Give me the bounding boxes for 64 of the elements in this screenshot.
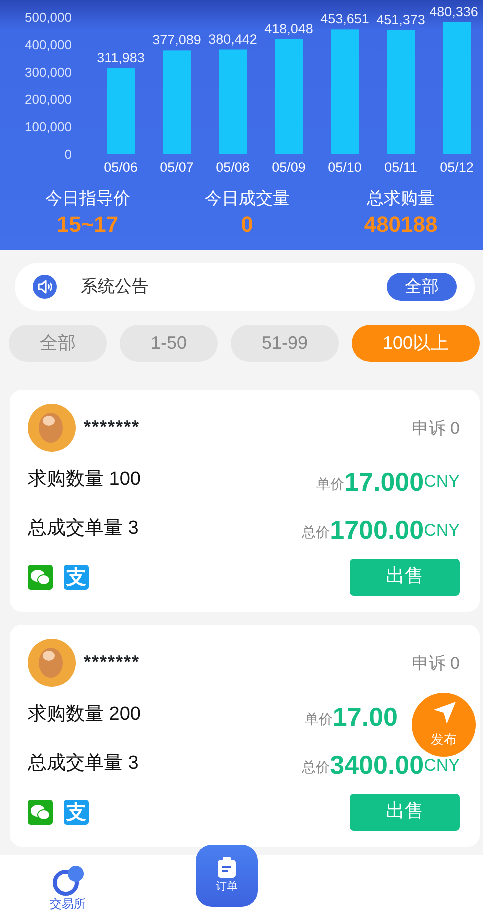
user-name: ******* xyxy=(84,416,140,439)
price-value: 17.00 xyxy=(332,704,398,730)
axis-label: 100,000 xyxy=(25,120,72,135)
notice-title: 系统公告 xyxy=(81,276,150,298)
order-label: 总成交单量 3 xyxy=(28,516,139,540)
stat-label: 今日指导价 xyxy=(44,188,132,210)
wechat-icon xyxy=(28,800,53,825)
data-label: 377,089 xyxy=(152,32,202,48)
axis-label: 05/12 xyxy=(440,160,474,175)
data-label: 311,983 xyxy=(97,50,145,66)
stat-value: 0 xyxy=(240,212,254,238)
price-label: 总价 xyxy=(302,523,330,542)
currency-label: CNY xyxy=(424,754,460,776)
price-value: 17.000 xyxy=(344,468,424,494)
price-value: 1700.00 xyxy=(330,517,424,543)
user-name: ******* xyxy=(84,651,140,674)
axis-label: 500,000 xyxy=(25,10,72,25)
filter-tab[interactable]: 51-99 xyxy=(230,325,339,362)
axis-label: 400,000 xyxy=(25,37,72,52)
alipay-icon: 支 xyxy=(64,800,89,825)
axis-label: 05/10 xyxy=(328,160,362,175)
speaker-icon xyxy=(33,275,57,299)
data-label: 380,442 xyxy=(208,32,258,47)
axis-label: 05/11 xyxy=(384,160,418,175)
sell-button[interactable]: 出售 xyxy=(350,794,460,831)
wechat-icon xyxy=(28,565,53,590)
price-label: 单价 xyxy=(316,474,345,494)
stat-label: 今日成交量 xyxy=(204,188,291,210)
data-label: 453,651 xyxy=(320,12,370,27)
appeal-count: 申诉 0 xyxy=(412,653,460,675)
currency-label: CNY xyxy=(424,520,460,542)
data-label: 418,048 xyxy=(264,21,314,36)
currency-label: CNY xyxy=(424,471,460,493)
filter-tab[interactable]: 1-50 xyxy=(120,325,218,362)
orders-tab[interactable]: 订单 xyxy=(196,845,258,907)
order-label: 总成交单量 3 xyxy=(28,752,139,776)
axis-label: 05/09 xyxy=(272,160,306,175)
price-label: 总价 xyxy=(302,758,330,777)
send-icon xyxy=(432,700,458,726)
stat-label: 总求购量 xyxy=(366,188,436,210)
avatar-icon xyxy=(28,404,76,452)
alipay-icon: 支 xyxy=(64,565,89,590)
axis-label: 05/07 xyxy=(160,160,194,175)
price-label: 单价 xyxy=(304,710,333,728)
nav-tab[interactable]: 交易所 xyxy=(50,864,86,910)
avatar-icon xyxy=(28,639,76,687)
appeal-count: 申诉 0 xyxy=(412,418,460,440)
data-label: 451,373 xyxy=(376,12,426,28)
filter-tab[interactable]: 全部 xyxy=(9,325,107,362)
clipboard-icon xyxy=(217,856,237,879)
data-label: 480,336 xyxy=(430,4,478,20)
axis-label: 200,000 xyxy=(25,92,72,108)
order-label: 求购数量 100 xyxy=(28,468,141,492)
axis-label: 0 xyxy=(64,147,72,162)
axis-label: 05/08 xyxy=(216,160,250,175)
axis-label: 05/06 xyxy=(104,160,138,175)
exchange-icon xyxy=(51,864,85,898)
order-label: 求购数量 200 xyxy=(28,703,141,727)
axis-label: 300,000 xyxy=(25,64,72,80)
view-all-button[interactable]: 全部 xyxy=(387,273,457,301)
stat-value: 15~17 xyxy=(56,212,120,238)
stat-value: 480188 xyxy=(363,212,439,238)
sell-button[interactable]: 出售 xyxy=(350,559,460,596)
filter-tab[interactable]: 100以上 xyxy=(352,325,480,362)
